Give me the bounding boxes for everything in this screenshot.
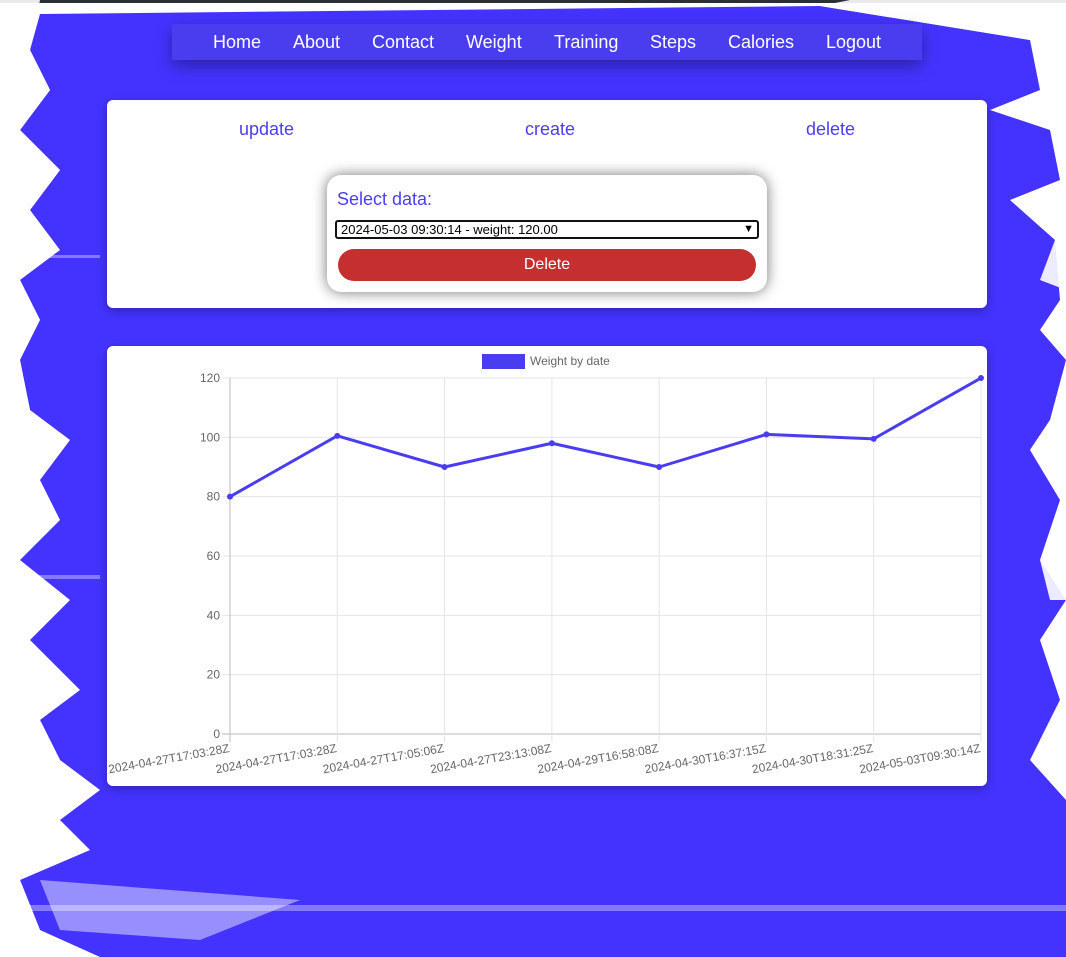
data-point[interactable] xyxy=(334,432,341,439)
x-tick-label: 2024-04-30T18:31:25Z xyxy=(751,741,874,776)
nav-about[interactable]: About xyxy=(293,32,340,52)
navbar: Home About Contact Weight Training Steps… xyxy=(172,24,922,60)
y-tick-label: 60 xyxy=(207,549,221,563)
nav-contact[interactable]: Contact xyxy=(372,32,434,52)
create-link[interactable]: create xyxy=(525,119,575,139)
legend-swatch[interactable] xyxy=(482,354,525,369)
x-tick-label: 2024-04-29T16:58:08Z xyxy=(536,741,659,776)
y-tick-label: 0 xyxy=(213,727,220,741)
y-tick-label: 40 xyxy=(207,608,221,622)
data-point[interactable] xyxy=(548,440,555,447)
nav-calories[interactable]: Calories xyxy=(728,32,794,52)
x-tick-label: 2024-04-30T16:37:15Z xyxy=(644,741,767,776)
weight-chart: Weight by date 1201008060402002024-04-27… xyxy=(107,354,984,776)
chevron-down-icon: ▼ xyxy=(743,223,754,235)
nav-steps[interactable]: Steps xyxy=(650,32,696,52)
data-select[interactable]: 2024-05-03 09:30:14 - weight: 120.00 ▼ xyxy=(335,220,759,239)
delete-form: Select data: 2024-05-03 09:30:14 - weigh… xyxy=(327,175,767,292)
nav-training[interactable]: Training xyxy=(554,32,618,52)
x-tick-label: 2024-04-27T17:03:28Z xyxy=(214,741,337,776)
delete-link[interactable]: delete xyxy=(806,119,855,139)
delete-button[interactable]: Delete xyxy=(338,249,756,281)
data-point[interactable] xyxy=(763,431,770,438)
data-point[interactable] xyxy=(870,435,877,442)
select-data-label: Select data: xyxy=(337,189,433,209)
nav-home[interactable]: Home xyxy=(213,32,261,52)
x-tick-label: 2024-04-27T23:13:08Z xyxy=(429,741,552,776)
nav-logout[interactable]: Logout xyxy=(826,32,881,52)
data-point[interactable] xyxy=(656,464,663,470)
data-point[interactable] xyxy=(978,375,984,381)
data-point[interactable] xyxy=(227,493,233,500)
y-tick-label: 20 xyxy=(207,668,221,682)
x-tick-label: 2024-05-03T09:30:14Z xyxy=(858,741,981,776)
y-tick-label: 120 xyxy=(200,371,220,385)
y-tick-label: 80 xyxy=(207,490,221,504)
selected-option: 2024-05-03 09:30:14 - weight: 120.00 xyxy=(341,222,558,237)
chart-card: Weight by date 120 100 80 60 40 20 0 2024-04-27… xyxy=(107,346,987,786)
x-tick-label: 2024-04-27T17:05:06Z xyxy=(322,741,445,776)
y-tick-label: 100 xyxy=(200,430,220,444)
data-point[interactable] xyxy=(441,464,448,470)
legend-label: Weight by date xyxy=(530,354,610,368)
update-link[interactable]: update xyxy=(239,119,294,139)
x-tick-label: 2024-04-27T17:03:28Z xyxy=(107,741,230,776)
nav-weight[interactable]: Weight xyxy=(466,32,522,52)
